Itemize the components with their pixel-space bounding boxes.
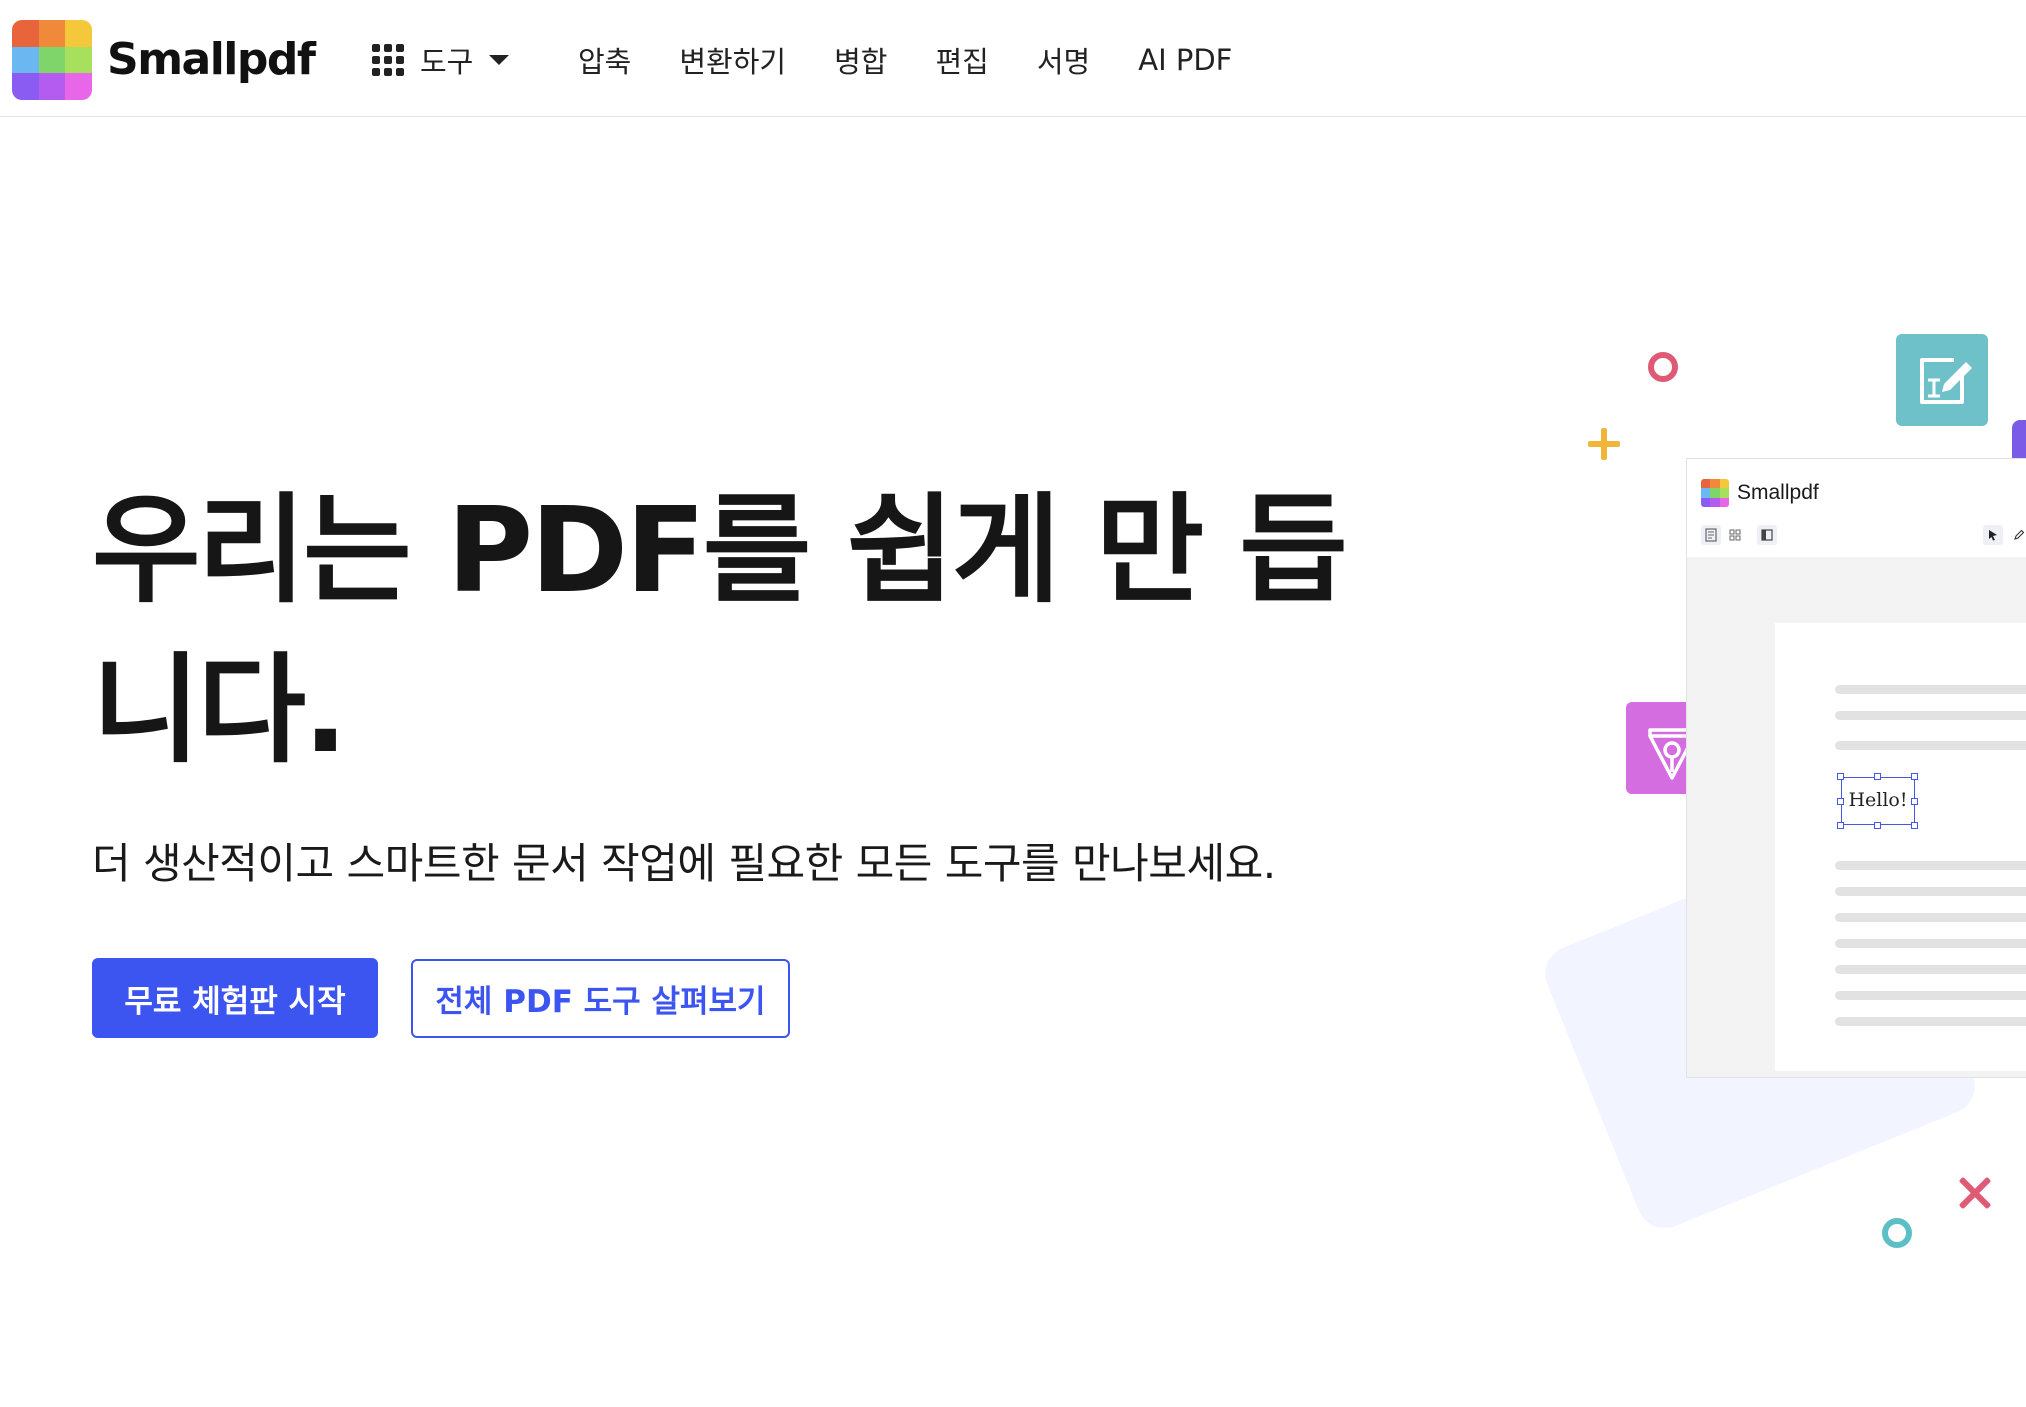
nav-link-merge[interactable]: 병합: [834, 39, 887, 81]
nav-link-sign[interactable]: 서명: [1037, 39, 1090, 81]
nav-link-compress[interactable]: 압축: [578, 39, 631, 81]
hero-subheadline: 더 생산적이고 스마트한 문서 작업에 필요한 모든 도구를 만나보세요.: [92, 839, 1276, 888]
logo-color-cell: [65, 73, 92, 100]
logo-color-cell: [1710, 497, 1720, 507]
logo-color-cell: [12, 46, 39, 74]
tools-menu-button[interactable]: 도구: [372, 34, 510, 86]
logo-color-cell: [1719, 497, 1729, 507]
document-page: Hello!: [1775, 623, 2026, 1071]
text-line-placeholder: [1835, 711, 2026, 720]
text-line-placeholder: [1835, 1017, 2026, 1026]
pencil-icon: [2009, 525, 2026, 545]
logo-color-cell: [1701, 479, 1711, 489]
resize-handle: [1837, 773, 1844, 780]
nav-link-edit[interactable]: 편집: [935, 39, 988, 81]
document-canvas: Hello!: [1687, 557, 2026, 1077]
text-line-placeholder: [1835, 861, 2026, 870]
app-preview-title: Smallpdf: [1737, 481, 1819, 504]
logo-color-cell: [1710, 479, 1720, 489]
text-line-placeholder: [1835, 965, 2026, 974]
logo-color-cell: [38, 46, 66, 74]
select-cursor-icon: [1983, 525, 2003, 545]
logo-color-cell: [1719, 488, 1729, 498]
logo-color-cell: [12, 73, 39, 100]
edit-text-tile: [1896, 334, 1988, 426]
logo-color-cell: [65, 20, 92, 47]
brand-name: Smallpdf: [107, 34, 316, 85]
text-line-placeholder: [1835, 991, 2026, 1000]
smallpdf-logo-icon: [12, 20, 92, 100]
logo-color-cell: [12, 20, 39, 47]
text-line-placeholder: [1835, 741, 2026, 750]
logo-color-cell: [1701, 497, 1711, 507]
nav-link-ai-pdf[interactable]: AI PDF: [1138, 43, 1232, 77]
app-logo-icon: [1701, 479, 1729, 507]
text-line-placeholder: [1835, 939, 2026, 948]
apps-grid-icon: [372, 44, 404, 76]
resize-handle: [1911, 773, 1918, 780]
logo-color-cell: [38, 20, 66, 47]
resize-handle: [1874, 822, 1881, 829]
start-free-trial-button[interactable]: 무료 체험판 시작: [92, 958, 378, 1038]
resize-handle: [1874, 773, 1881, 780]
thumbnail-grid-icon: [1725, 525, 1745, 545]
hero-headline: 우리는 PDF를 쉽게 만 듭니다.: [92, 481, 1348, 779]
cross-decoration-icon: [1958, 1176, 1992, 1210]
resize-handle: [1911, 822, 1918, 829]
edit-text-icon: [1920, 358, 1972, 404]
annotation-text: Hello!: [1848, 789, 1908, 811]
logo-color-cell: [1710, 488, 1720, 498]
logo-color-cell: [1719, 479, 1729, 489]
resize-handle: [1911, 798, 1918, 805]
text-annotation-box: Hello!: [1841, 777, 1915, 825]
plus-decoration-icon: [1588, 428, 1620, 460]
sidebar-toggle-icon: [1757, 525, 1777, 545]
page-view-icon: [1701, 525, 1721, 545]
text-line-placeholder: [1835, 887, 2026, 896]
chevron-down-icon: [489, 55, 510, 65]
resize-handle: [1837, 822, 1844, 829]
logo-color-cell: [38, 73, 66, 100]
nav-link-convert[interactable]: 변환하기: [679, 39, 786, 81]
resize-handle: [1837, 798, 1844, 805]
main-nav-links: 압축 변환하기 병합 편집 서명 AI PDF: [578, 34, 1280, 86]
tools-menu-label: 도구: [420, 45, 474, 79]
app-preview-window: Smallpdf Hello!: [1686, 458, 2026, 1078]
text-line-placeholder: [1835, 913, 2026, 922]
circle-decoration-icon: [1882, 1218, 1912, 1248]
text-line-placeholder: [1835, 685, 2026, 694]
logo-color-cell: [65, 46, 92, 74]
top-navigation-bar: Smallpdf 도구 압축 변환하기 병합 편집 서명 AI PDF: [0, 0, 2026, 117]
logo-color-cell: [1701, 488, 1711, 498]
explore-all-tools-button[interactable]: 전체 PDF 도구 살펴보기: [411, 959, 790, 1038]
circle-decoration-icon: [1648, 352, 1678, 382]
